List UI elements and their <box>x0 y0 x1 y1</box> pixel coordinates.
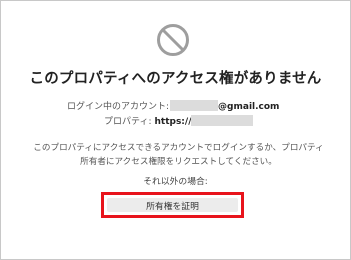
verify-button-highlight: 所有権を証明 <box>101 192 244 218</box>
access-denied-panel: このプロパティへのアクセス権がありません ログイン中のアカウント: @gmail.… <box>0 0 351 260</box>
description-text: このプロパティにアクセスできるアカウントでログインするか、プロパティ所有者にアク… <box>33 143 324 167</box>
verify-ownership-button[interactable]: 所有権を証明 <box>107 198 238 212</box>
property-url-prefix: https:// <box>154 117 192 127</box>
redacted-url <box>191 115 254 126</box>
account-label: ログイン中のアカウント: <box>67 102 170 112</box>
account-email-suffix: @gmail.com <box>218 102 280 112</box>
account-row: ログイン中のアカウント: @gmail.com <box>67 99 279 112</box>
property-row: プロパティ: https:// <box>104 114 254 127</box>
property-label: プロパティ: <box>104 117 152 127</box>
redacted-email <box>170 100 219 111</box>
page-title: このプロパティへのアクセス権がありません <box>29 71 322 87</box>
prohibited-icon <box>155 22 191 58</box>
otherwise-label: それ以外の場合: <box>143 177 208 187</box>
